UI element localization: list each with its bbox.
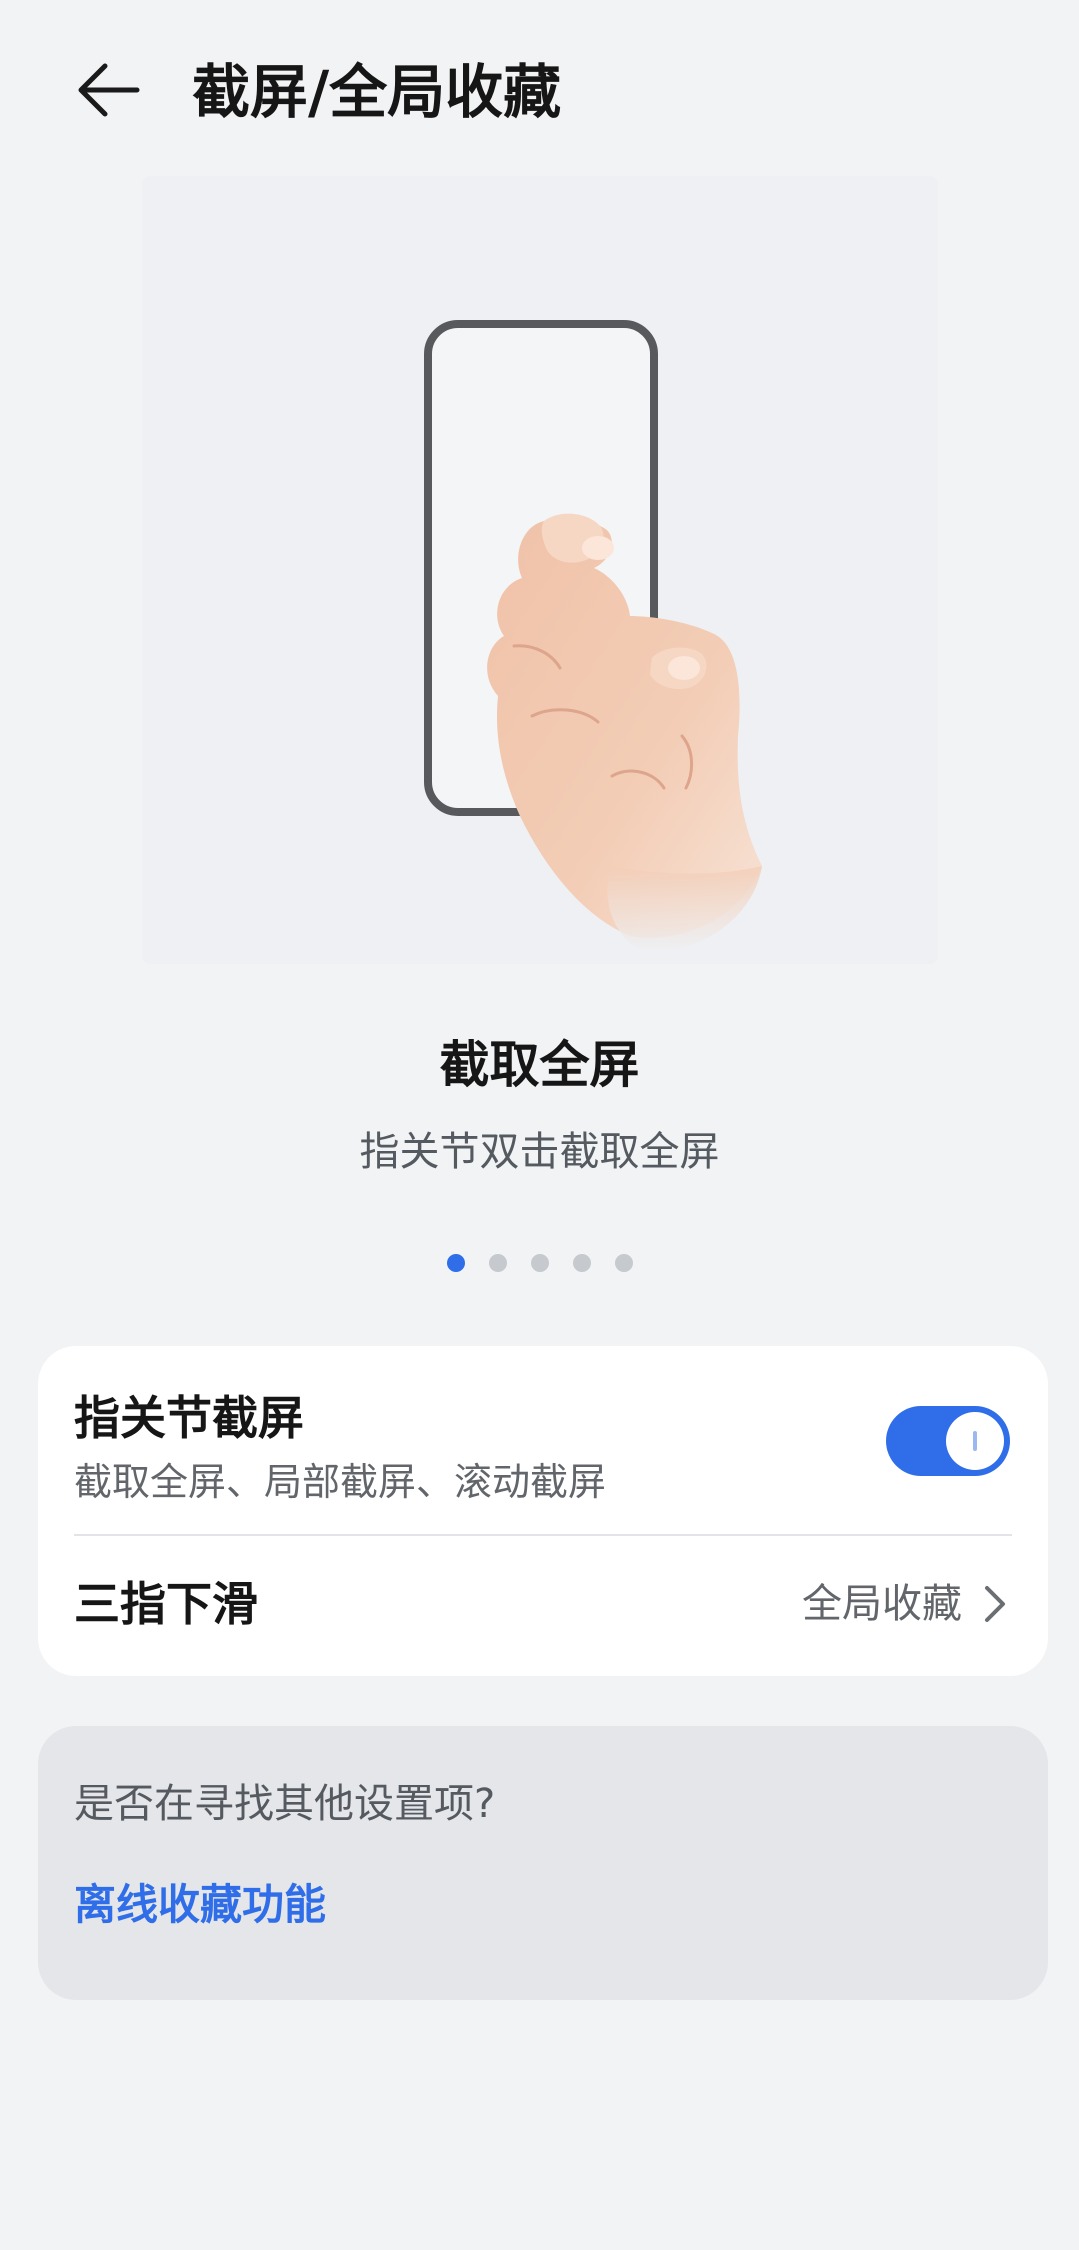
page-dot-2[interactable] bbox=[488, 1254, 507, 1272]
back-button[interactable] bbox=[66, 48, 150, 132]
phone-knuckle-double-tap-illustration bbox=[424, 320, 762, 952]
knuckle-screenshot-title: 指关节截屏 bbox=[74, 1391, 304, 1445]
knuckle-screenshot-toggle[interactable] bbox=[886, 1406, 1010, 1476]
page-indicator bbox=[0, 1254, 1079, 1272]
feature-description: 指关节双击截取全屏 bbox=[359, 1129, 720, 1175]
feature-title: 截取全屏 bbox=[439, 1036, 640, 1094]
suggestion-card: 是否在寻找其他设置项? 离线收藏功能 bbox=[38, 1726, 1048, 2000]
chevron-right-icon bbox=[980, 1584, 1010, 1624]
toggle-knob bbox=[946, 1412, 1004, 1470]
gesture-illustration bbox=[142, 176, 938, 964]
three-finger-swipe-title: 三指下滑 bbox=[74, 1577, 258, 1631]
three-finger-swipe-value: 全局收藏 bbox=[802, 1581, 962, 1627]
page-title: 截屏/全局收藏 bbox=[192, 58, 562, 126]
page-dot-3[interactable] bbox=[530, 1254, 549, 1272]
page-dot-4[interactable] bbox=[572, 1254, 591, 1272]
arrow-left-icon bbox=[78, 63, 140, 117]
toggle-on-mark bbox=[973, 1431, 977, 1451]
settings-card: 指关节截屏 截取全屏、局部截屏、滚动截屏 三指下滑 全局收藏 bbox=[38, 1346, 1048, 1676]
page-dot-1[interactable] bbox=[446, 1254, 465, 1272]
knuckle-screenshot-subtitle: 截取全屏、局部截屏、滚动截屏 bbox=[74, 1460, 607, 1504]
offline-favorites-link[interactable]: 离线收藏功能 bbox=[74, 1876, 326, 1934]
knuckle-screenshot-row[interactable]: 指关节截屏 截取全屏、局部截屏、滚动截屏 bbox=[38, 1346, 1048, 1534]
title-bar: 截屏/全局收藏 bbox=[0, 0, 1079, 180]
three-finger-swipe-row[interactable]: 三指下滑 全局收藏 bbox=[38, 1536, 1048, 1676]
suggestion-label: 是否在寻找其他设置项? bbox=[74, 1781, 496, 1827]
page-dot-5[interactable] bbox=[614, 1254, 633, 1272]
